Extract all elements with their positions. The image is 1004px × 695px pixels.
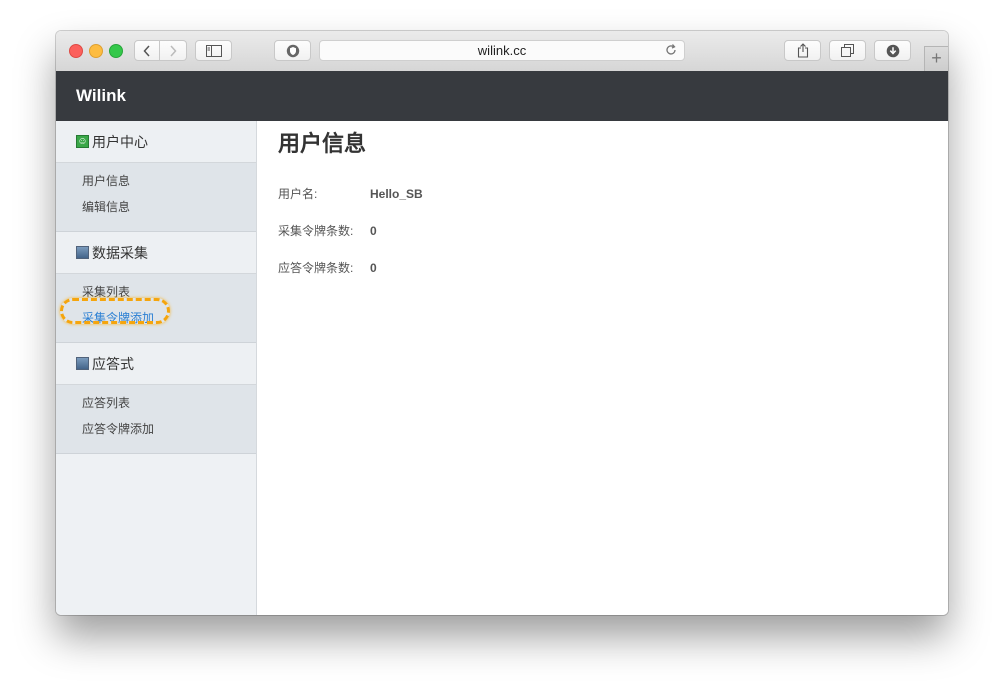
- chevron-left-icon: [143, 44, 150, 57]
- downloads-button[interactable]: [874, 40, 911, 61]
- sidebar-group-items: 用户信息 编辑信息: [56, 163, 256, 232]
- back-button[interactable]: [134, 40, 160, 61]
- info-row-collection-token-count: 采集令牌条数: 0: [278, 222, 377, 239]
- sidebar-group-data-collection[interactable]: 数据采集: [56, 232, 256, 274]
- field-value: 0: [370, 224, 377, 238]
- info-row-username: 用户名: Hello_SB: [278, 185, 423, 202]
- sidebar-item-response-list[interactable]: 应答列表: [82, 393, 256, 419]
- minimize-window-button[interactable]: [89, 44, 103, 58]
- address-bar[interactable]: wilink.cc: [319, 40, 685, 61]
- sidebar-group-response[interactable]: 应答式: [56, 343, 256, 385]
- field-value: Hello_SB: [370, 187, 423, 201]
- url-text: wilink.cc: [477, 43, 527, 58]
- field-label: 应答令牌条数:: [278, 261, 354, 275]
- new-tab-button[interactable]: +: [924, 46, 948, 71]
- reload-icon[interactable]: [664, 43, 678, 57]
- field-value: 0: [370, 261, 377, 275]
- monitor-icon: [76, 246, 89, 259]
- highlight-annotation: [60, 298, 170, 324]
- sidebar-group-items: 应答列表 应答令牌添加: [56, 385, 256, 454]
- share-icon: [797, 43, 808, 58]
- sidebar: ☺ 用户中心 用户信息 编辑信息 数据采集 采集列表 采集令牌添加 应答式 应答…: [56, 121, 257, 615]
- user-center-icon: ☺: [76, 135, 89, 148]
- sidebar-group-user-center[interactable]: ☺ 用户中心: [56, 121, 256, 163]
- tabs-icon: [841, 44, 854, 57]
- forward-button[interactable]: [160, 40, 187, 61]
- sidebar-item-add-response-token[interactable]: 应答令牌添加: [82, 419, 256, 445]
- download-icon: [886, 44, 899, 57]
- info-row-response-token-count: 应答令牌条数: 0: [278, 259, 377, 276]
- sidebar-item-user-info[interactable]: 用户信息: [82, 171, 256, 197]
- tabs-overview-button[interactable]: [829, 40, 866, 61]
- field-label: 采集令牌条数:: [278, 224, 354, 238]
- history-nav: [134, 40, 187, 61]
- brand-logo[interactable]: Wilink: [76, 86, 126, 106]
- sidebar-group-title: 用户中心: [92, 133, 148, 150]
- field-label: 用户名:: [278, 187, 318, 201]
- sidebar-item-edit-info[interactable]: 编辑信息: [82, 197, 256, 223]
- browser-toolbar: wilink.cc +: [56, 31, 948, 72]
- sidebar-group-title: 数据采集: [92, 244, 148, 261]
- shield-icon: [286, 44, 299, 57]
- zoom-window-button[interactable]: [109, 44, 123, 58]
- main-content: 用户信息 用户名: Hello_SB 采集令牌条数: 0 应答令牌条数: 0: [257, 121, 948, 615]
- sidebar-icon: [205, 44, 222, 57]
- privacy-button[interactable]: [274, 40, 311, 61]
- close-window-button[interactable]: [69, 44, 83, 58]
- page-title: 用户信息: [278, 131, 367, 156]
- site-header: Wilink: [56, 71, 948, 121]
- chevron-right-icon: [170, 44, 177, 57]
- sidebar-toggle-button[interactable]: [195, 40, 232, 61]
- share-button[interactable]: [784, 40, 821, 61]
- browser-window: wilink.cc + Wilink ☺ 用户中心 用户信息 编辑信息 数据采集: [56, 31, 948, 615]
- sidebar-group-title: 应答式: [92, 355, 134, 372]
- monitor-icon: [76, 357, 89, 370]
